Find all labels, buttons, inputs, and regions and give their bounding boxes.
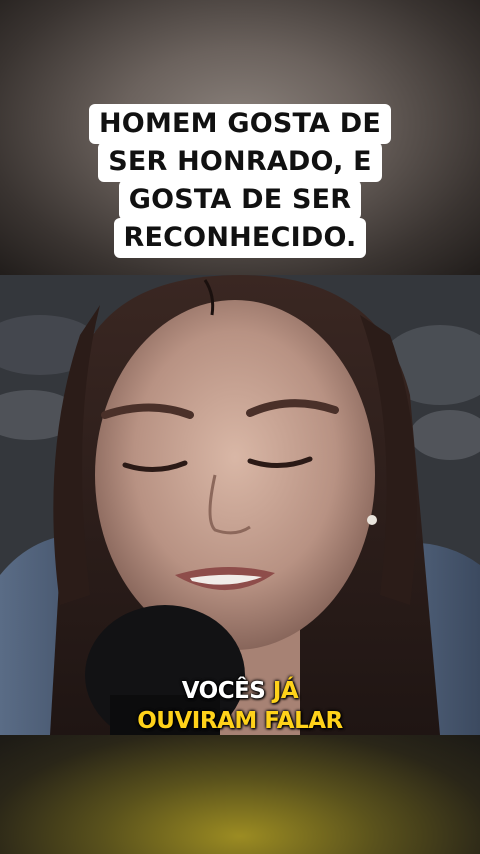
subtitle-word-yellow: JÁ (272, 678, 299, 704)
subtitle-line-2-text: OUVIRAM FALAR (137, 708, 343, 734)
caption-box: HOMEM GOSTA DE SER HONRADO, E GOSTA DE S… (0, 104, 480, 258)
subtitle-word-white: VOCÊS (181, 678, 266, 704)
video-frame[interactable] (0, 275, 480, 735)
subtitle-line-1: VOCÊS JÁ (0, 676, 480, 706)
video-scene (0, 275, 480, 735)
caption-line-2: SER HONRADO, E (98, 142, 382, 182)
caption-line-1: HOMEM GOSTA DE (89, 104, 391, 144)
subtitle-line-2: OUVIRAM FALAR (0, 706, 480, 736)
caption-line-3: GOSTA DE SER (118, 180, 362, 220)
blurred-bottom-background (0, 735, 480, 854)
subtitle-overlay: VOCÊS JÁ OUVIRAM FALAR (0, 676, 480, 736)
caption-line-4: RECONHECIDO. (113, 218, 367, 258)
